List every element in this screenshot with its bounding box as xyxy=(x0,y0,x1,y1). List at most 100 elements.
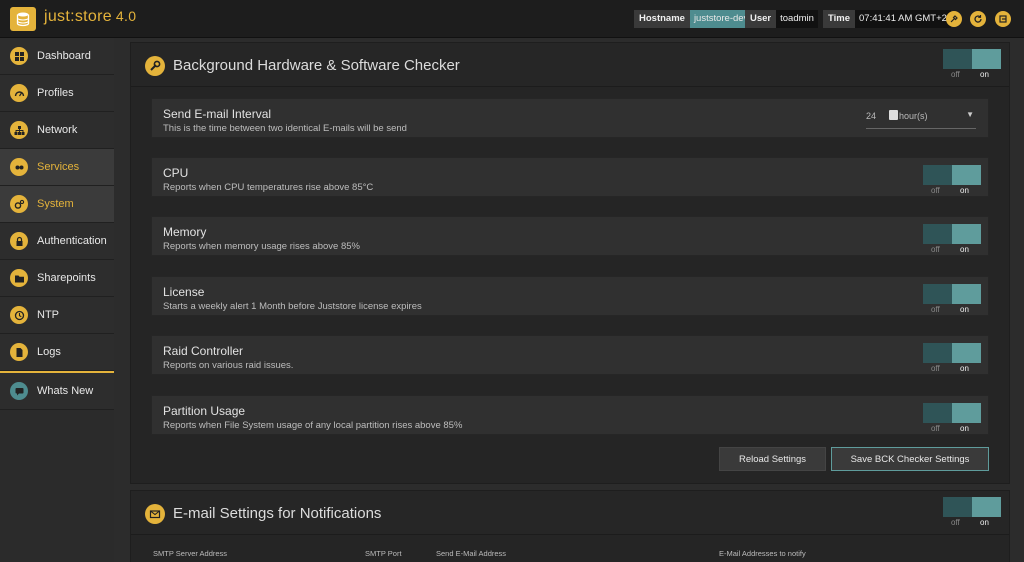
send-email-address-label: Send E-Mail Address xyxy=(436,549,507,558)
sidebar-item-sharepoints[interactable]: Sharepoints xyxy=(0,260,114,297)
refresh-icon[interactable] xyxy=(970,11,986,27)
email-panel-header: E-mail Settings for Notifications off on xyxy=(131,491,1009,535)
partition-usage-toggle[interactable] xyxy=(923,403,981,423)
wrench-icon xyxy=(145,56,165,76)
email-enable-toggle[interactable] xyxy=(943,497,1001,517)
sidebar-item-label: Network xyxy=(37,124,78,136)
interval-select[interactable]: 24 hour(s) ▼ xyxy=(866,107,976,129)
sidebar-item-profiles[interactable]: Profiles xyxy=(0,75,114,112)
toggle-off-segment xyxy=(923,224,952,244)
time-value: 07:41:41 AM GMT+2 xyxy=(855,10,951,28)
gears-icon xyxy=(10,195,28,213)
sidebar-item-label: System xyxy=(37,198,74,210)
row-title: CPU xyxy=(163,166,189,180)
database-logo-icon xyxy=(10,7,36,31)
toggle-off-label: off xyxy=(931,424,940,433)
license-toggle-labels: off on xyxy=(923,305,981,315)
envelope-icon xyxy=(145,504,165,524)
toggle-off-segment xyxy=(923,284,952,304)
sidebar-item-ntp[interactable]: NTP xyxy=(0,297,114,334)
main-content: Background Hardware & Software Checker o… xyxy=(114,38,1024,562)
toggle-off-segment xyxy=(923,343,952,363)
raid-toggle-labels: off on xyxy=(923,364,981,374)
partition-usage-row: Partition Usage Reports when File System… xyxy=(151,395,989,435)
chevron-down-icon: ▼ xyxy=(966,110,974,119)
sidebar-item-logs[interactable]: Logs xyxy=(0,334,114,371)
sidebar-item-system[interactable]: System xyxy=(0,186,114,223)
bck-panel-header: Background Hardware & Software Checker o… xyxy=(131,43,1009,87)
sidebar-item-label: Logs xyxy=(37,346,61,358)
toggle-off-label: off xyxy=(931,305,940,314)
interval-row: Send E-mail Interval This is the time be… xyxy=(151,98,989,138)
bck-enable-toggle[interactable] xyxy=(943,49,1001,69)
hostname-display: Hostname juststore-dev xyxy=(634,10,753,28)
sidebar-item-label: Whats New xyxy=(37,385,94,397)
toggle-on-label: on xyxy=(960,424,969,433)
chat-icon xyxy=(10,382,28,400)
sidebar-item-label: Profiles xyxy=(37,87,74,99)
document-icon xyxy=(10,343,28,361)
sidebar-item-dashboard[interactable]: Dashboard xyxy=(0,38,114,75)
license-toggle[interactable] xyxy=(923,284,981,304)
row-title: License xyxy=(163,285,205,299)
hostname-value: juststore-dev xyxy=(689,10,753,28)
spinner-icon[interactable] xyxy=(889,110,898,120)
toggle-off-segment xyxy=(923,403,952,423)
sidebar-item-network[interactable]: Network xyxy=(0,112,114,149)
cpu-toggle[interactable] xyxy=(923,165,981,185)
toggle-on-label: on xyxy=(980,518,989,527)
app-version: 4.0 xyxy=(115,8,137,24)
network-icon xyxy=(10,121,28,139)
sidebar-item-label: Sharepoints xyxy=(37,272,96,284)
tools-icon[interactable] xyxy=(946,11,962,27)
sidebar-item-label: Dashboard xyxy=(37,50,91,62)
memory-toggle[interactable] xyxy=(923,224,981,244)
notify-addresses-label: E-Mail Addresses to notify xyxy=(719,549,806,558)
memory-row: Memory Reports when memory usage rises a… xyxy=(151,216,989,256)
interval-unit: hour(s) xyxy=(899,111,928,121)
email-toggle-labels: off on xyxy=(943,518,1001,528)
toggle-on-segment xyxy=(952,343,981,363)
sidebar-item-whats-new[interactable]: Whats New xyxy=(0,373,114,410)
top-bar: just:store 4.0 Hostname juststore-dev Use… xyxy=(0,0,1024,38)
logout-icon[interactable] xyxy=(995,11,1011,27)
toggle-off-label: off xyxy=(951,70,960,79)
toggle-on-segment xyxy=(952,403,981,423)
toggle-off-label: off xyxy=(931,364,940,373)
cpu-row: CPU Reports when CPU temperatures rise a… xyxy=(151,157,989,197)
toggle-on-label: on xyxy=(960,245,969,254)
folder-icon xyxy=(10,269,28,287)
toggle-off-label: off xyxy=(931,186,940,195)
lock-icon xyxy=(10,232,28,250)
toggle-on-label: on xyxy=(960,186,969,195)
row-description: Reports when File System usage of any lo… xyxy=(163,420,463,431)
bck-toggle-labels: off on xyxy=(943,70,1001,80)
toggle-off-segment xyxy=(943,497,972,517)
row-description: Reports when memory usage rises above 85… xyxy=(163,241,360,252)
toggle-on-label: on xyxy=(960,305,969,314)
row-title: Raid Controller xyxy=(163,344,244,358)
row-title: Memory xyxy=(163,225,207,239)
save-bck-settings-button[interactable]: Save BCK Checker Settings xyxy=(831,447,989,471)
raid-controller-toggle[interactable] xyxy=(923,343,981,363)
reload-settings-button[interactable]: Reload Settings xyxy=(719,447,826,471)
user-label: User xyxy=(745,10,777,28)
license-row: License Starts a weekly alert 1 Month be… xyxy=(151,276,989,316)
clock-icon xyxy=(10,306,28,324)
toggle-on-segment xyxy=(972,49,1001,69)
bck-panel-title: Background Hardware & Software Checker xyxy=(173,57,460,74)
sidebar-item-authentication[interactable]: Authentication xyxy=(0,223,114,260)
hostname-label: Hostname xyxy=(634,10,690,28)
smtp-port-label: SMTP Port xyxy=(365,549,402,558)
interval-description: This is the time between two identical E… xyxy=(163,123,407,134)
toggle-off-segment xyxy=(943,49,972,69)
toggle-off-segment xyxy=(923,165,952,185)
row-description: Reports on various raid issues. xyxy=(163,360,294,371)
memory-toggle-labels: off on xyxy=(923,245,981,255)
sidebar-item-label: NTP xyxy=(37,309,59,321)
time-label: Time xyxy=(823,10,856,28)
sidebar-item-services[interactable]: Services xyxy=(0,149,114,186)
email-settings-panel: E-mail Settings for Notifications off on… xyxy=(130,490,1010,562)
sidebar-item-label: Services xyxy=(37,161,80,173)
raid-controller-row: Raid Controller Reports on various raid … xyxy=(151,335,989,375)
